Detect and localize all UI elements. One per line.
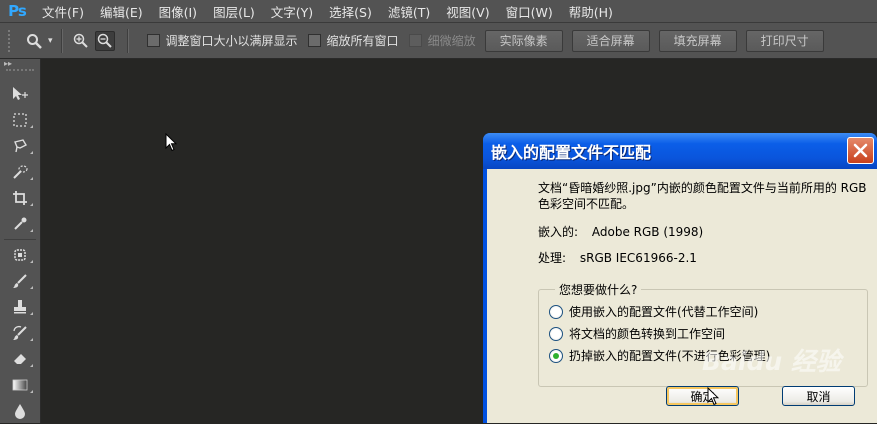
dialog-titlebar[interactable]: 嵌入的配置文件不匹配 <box>483 133 877 169</box>
mouse-cursor-icon <box>707 387 719 406</box>
tool-preset-picker[interactable]: ▾ <box>26 33 53 49</box>
healing-brush-tool[interactable] <box>0 242 40 268</box>
mouse-cursor-icon <box>165 133 177 152</box>
zoom-out-button[interactable] <box>94 30 115 51</box>
zoom-all-windows-checkbox[interactable]: 缩放所有窗口 <box>307 32 399 49</box>
zoom-all-windows-label: 缩放所有窗口 <box>326 34 399 48</box>
radio-circle-selected[interactable] <box>549 348 563 363</box>
cancel-button[interactable]: 取消 <box>782 386 855 406</box>
options-grip[interactable] <box>8 29 16 52</box>
menu-layer[interactable]: 图层(L) <box>205 2 263 21</box>
embedded-label: 嵌入的: <box>538 225 579 239</box>
collapse-panel-icon[interactable]: ▸▸ <box>0 59 40 69</box>
use-embedded-label: 使用嵌入的配置文件(代替工作空间) <box>569 305 759 319</box>
menu-select[interactable]: 选择(S) <box>321 2 380 21</box>
action-question: 您想要做什么? <box>555 281 642 298</box>
zoom-tool-icon <box>27 33 42 49</box>
quick-selection-tool[interactable] <box>0 159 40 185</box>
crop-tool[interactable] <box>0 185 40 211</box>
actual-pixels-button[interactable]: 实际像素 <box>484 29 563 52</box>
working-label: 处理: <box>538 251 567 265</box>
dialog-body: 文档“昏暗婚纱照.jpg”内嵌的颜色配置文件与当前所用的 RGB 色彩空间不匹配… <box>487 169 877 423</box>
gradient-icon <box>12 379 28 391</box>
bandage-icon <box>14 249 26 261</box>
embedded-profile-row: 嵌入的: Adobe RGB (1998) <box>538 223 703 240</box>
eraser-icon <box>14 354 26 364</box>
dialog-message: 文档“昏暗婚纱照.jpg”内嵌的颜色配置文件与当前所用的 RGB 色彩空间不匹配… <box>538 181 867 211</box>
quick-selection-icon <box>13 165 28 179</box>
checkbox-box[interactable] <box>307 34 321 47</box>
divider <box>126 28 129 53</box>
zoom-in-button[interactable] <box>71 31 91 51</box>
chevron-down-icon: ▾ <box>48 35 53 46</box>
history-brush-tool[interactable] <box>0 320 40 346</box>
profile-mismatch-dialog: 嵌入的配置文件不匹配 文档“昏暗婚纱照.jpg”内嵌的颜色配置文件与当前所用的 … <box>483 133 877 423</box>
dialog-title: 嵌入的配置文件不匹配 <box>491 143 652 162</box>
move-tool[interactable] <box>0 81 40 107</box>
divider <box>60 28 63 53</box>
water-drop-icon <box>15 404 25 419</box>
checkbox-box[interactable] <box>408 34 422 47</box>
eyedropper-tool[interactable] <box>0 211 40 237</box>
use-embedded-radio[interactable]: 使用嵌入的配置文件(代替工作空间) <box>549 303 758 320</box>
fill-screen-button[interactable]: 填充屏幕 <box>658 29 737 52</box>
menu-window[interactable]: 窗口(W) <box>498 2 561 21</box>
eyedropper-icon <box>14 217 27 230</box>
working-value: sRGB IEC61966-2.1 <box>579 251 697 265</box>
radio-circle[interactable] <box>549 304 563 319</box>
close-icon <box>853 143 868 158</box>
history-brush-icon <box>13 325 27 340</box>
ok-button[interactable]: 确定 <box>666 386 739 406</box>
photoshop-logo: Ps <box>8 2 27 20</box>
resize-windows-label: 调整窗口大小以满屏显示 <box>165 34 298 48</box>
scrubby-zoom-checkbox[interactable]: 细微缩放 <box>408 32 476 49</box>
menu-image[interactable]: 图像(I) <box>151 2 205 21</box>
blur-tool[interactable] <box>0 398 40 424</box>
working-profile-row: 处理: sRGB IEC61966-2.1 <box>538 249 697 266</box>
crop-icon <box>13 191 27 205</box>
options-bar: ▾ 调整窗口大小以满屏显示 缩放所有窗口 细微缩放 实际像素 适合屏幕 填充屏幕… <box>0 22 877 59</box>
lasso-tool[interactable] <box>0 133 40 159</box>
marquee-tool[interactable] <box>0 107 40 133</box>
gradient-tool[interactable] <box>0 372 40 398</box>
brush-icon <box>13 274 27 288</box>
embedded-value: Adobe RGB (1998) <box>591 225 704 239</box>
print-size-button[interactable]: 打印尺寸 <box>745 29 824 52</box>
zoom-in-icon <box>73 33 88 48</box>
fit-screen-button[interactable]: 适合屏幕 <box>571 29 650 52</box>
menu-help[interactable]: 帮助(H) <box>561 2 621 21</box>
menu-file[interactable]: 文件(F) <box>34 2 92 21</box>
menu-view[interactable]: 视图(V) <box>438 2 497 21</box>
brush-tool[interactable] <box>0 268 40 294</box>
baidu-watermark: Baidu 经验 <box>702 347 841 376</box>
convert-to-working-label: 将文档的颜色转换到工作空间 <box>569 327 726 341</box>
panel-grip[interactable] <box>6 69 34 77</box>
close-button[interactable] <box>847 137 874 164</box>
menu-type[interactable]: 文字(Y) <box>263 2 321 21</box>
radio-circle[interactable] <box>549 326 563 341</box>
convert-to-working-radio[interactable]: 将文档的颜色转换到工作空间 <box>549 325 725 342</box>
menu-edit[interactable]: 编辑(E) <box>92 2 151 21</box>
menu-filter[interactable]: 滤镜(T) <box>380 2 438 21</box>
clone-stamp-tool[interactable] <box>0 294 40 320</box>
menu-bar: Ps 文件(F) 编辑(E) 图像(I) 图层(L) 文字(Y) 选择(S) 滤… <box>0 0 877 22</box>
eraser-tool[interactable] <box>0 346 40 372</box>
resize-windows-checkbox[interactable]: 调整窗口大小以满屏显示 <box>146 32 298 49</box>
zoom-out-icon <box>97 33 112 48</box>
lasso-icon <box>14 139 27 153</box>
tools-panel: ▸▸ <box>0 59 41 423</box>
scrubby-zoom-label: 细微缩放 <box>427 34 476 48</box>
move-icon <box>13 87 28 100</box>
rectangular-marquee-icon <box>13 113 27 127</box>
checkbox-box[interactable] <box>146 34 160 47</box>
stamp-icon <box>14 300 26 314</box>
